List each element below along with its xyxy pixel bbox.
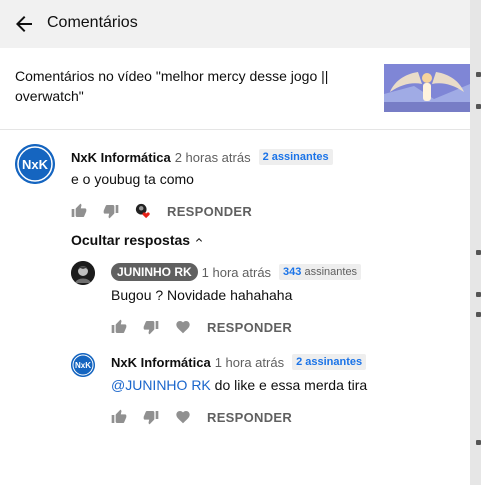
comment-header: NxK Informática 2 horas atrás 2 assinant… [71,149,333,165]
reply-author[interactable]: JUNINHO RK [111,263,198,281]
heart-icon[interactable] [175,319,191,335]
reply-actions: RESPONDER [111,409,292,425]
subscriber-count: 2 assinantes [296,356,363,368]
hide-replies-button[interactable]: Ocultar respostas [71,232,205,248]
page-scrollbar[interactable] [470,0,481,485]
subscriber-count: 2 assinantes [262,151,329,163]
reply-button[interactable]: RESPONDER [167,204,252,219]
dislike-icon[interactable] [143,409,159,425]
creator-heart-icon [135,203,151,219]
panel-title: Comentários [47,14,138,31]
avatar-initials: NxK [22,157,49,172]
avatar[interactable]: NxK [15,144,55,184]
edge-fragment [476,292,481,297]
like-icon[interactable] [71,203,87,219]
dislike-icon[interactable] [143,319,159,335]
edge-fragment [476,312,481,317]
comments-panel: Comentários Comentários no vídeo "melhor… [0,0,470,485]
subscriber-badge: 2 assinantes [258,149,333,165]
dislike-icon[interactable] [103,203,119,219]
reply-button[interactable]: RESPONDER [207,410,292,425]
like-icon[interactable] [111,409,127,425]
avatar[interactable] [71,261,95,285]
panel-header: Comentários [0,0,470,48]
avatar-initials: NxK [75,361,91,370]
reply-header: NxK Informática 1 hora atrás 2 assinante… [111,354,367,370]
reply-text-body: do like e essa merda tira [210,377,368,393]
edge-fragment [476,72,481,77]
reply-time[interactable]: 1 hora atrás [215,355,284,370]
edge-fragment [476,250,481,255]
reply-actions: RESPONDER [111,319,292,335]
like-icon[interactable] [111,319,127,335]
comment-actions: RESPONDER [71,203,252,219]
video-thumbnail[interactable] [384,64,470,112]
back-arrow-icon[interactable] [12,12,36,36]
chevron-up-icon [193,234,205,246]
video-info: Comentários no vídeo "melhor mercy desse… [0,48,470,130]
comment-author[interactable]: NxK Informática [71,150,171,165]
subscriber-badge: 343 assinantes [279,264,362,280]
edge-fragment [476,104,481,109]
subscriber-badge: 2 assinantes [292,354,367,370]
reply-button[interactable]: RESPONDER [207,320,292,335]
comment-text: e o youbug ta como [71,171,194,187]
reply-text: @JUNINHO RK do like e essa merda tira [111,377,367,393]
reply-header: JUNINHO RK 1 hora atrás 343 assinantes [111,263,362,281]
reply-author[interactable]: NxK Informática [111,355,211,370]
subscriber-count: 343 [283,266,302,278]
edge-fragment [476,440,481,445]
user-mention-link[interactable]: @JUNINHO RK [111,377,211,393]
reply-time[interactable]: 1 hora atrás [202,265,271,280]
avatar[interactable]: NxK [71,353,95,377]
subscriber-label: assinantes [304,266,358,278]
comment-time[interactable]: 2 horas atrás [175,150,251,165]
reply-text: Bugou ? Novidade hahahaha [111,287,293,303]
video-description: Comentários no vídeo "melhor mercy desse… [15,68,329,104]
heart-icon[interactable] [175,409,191,425]
hide-replies-label: Ocultar respostas [71,232,191,248]
